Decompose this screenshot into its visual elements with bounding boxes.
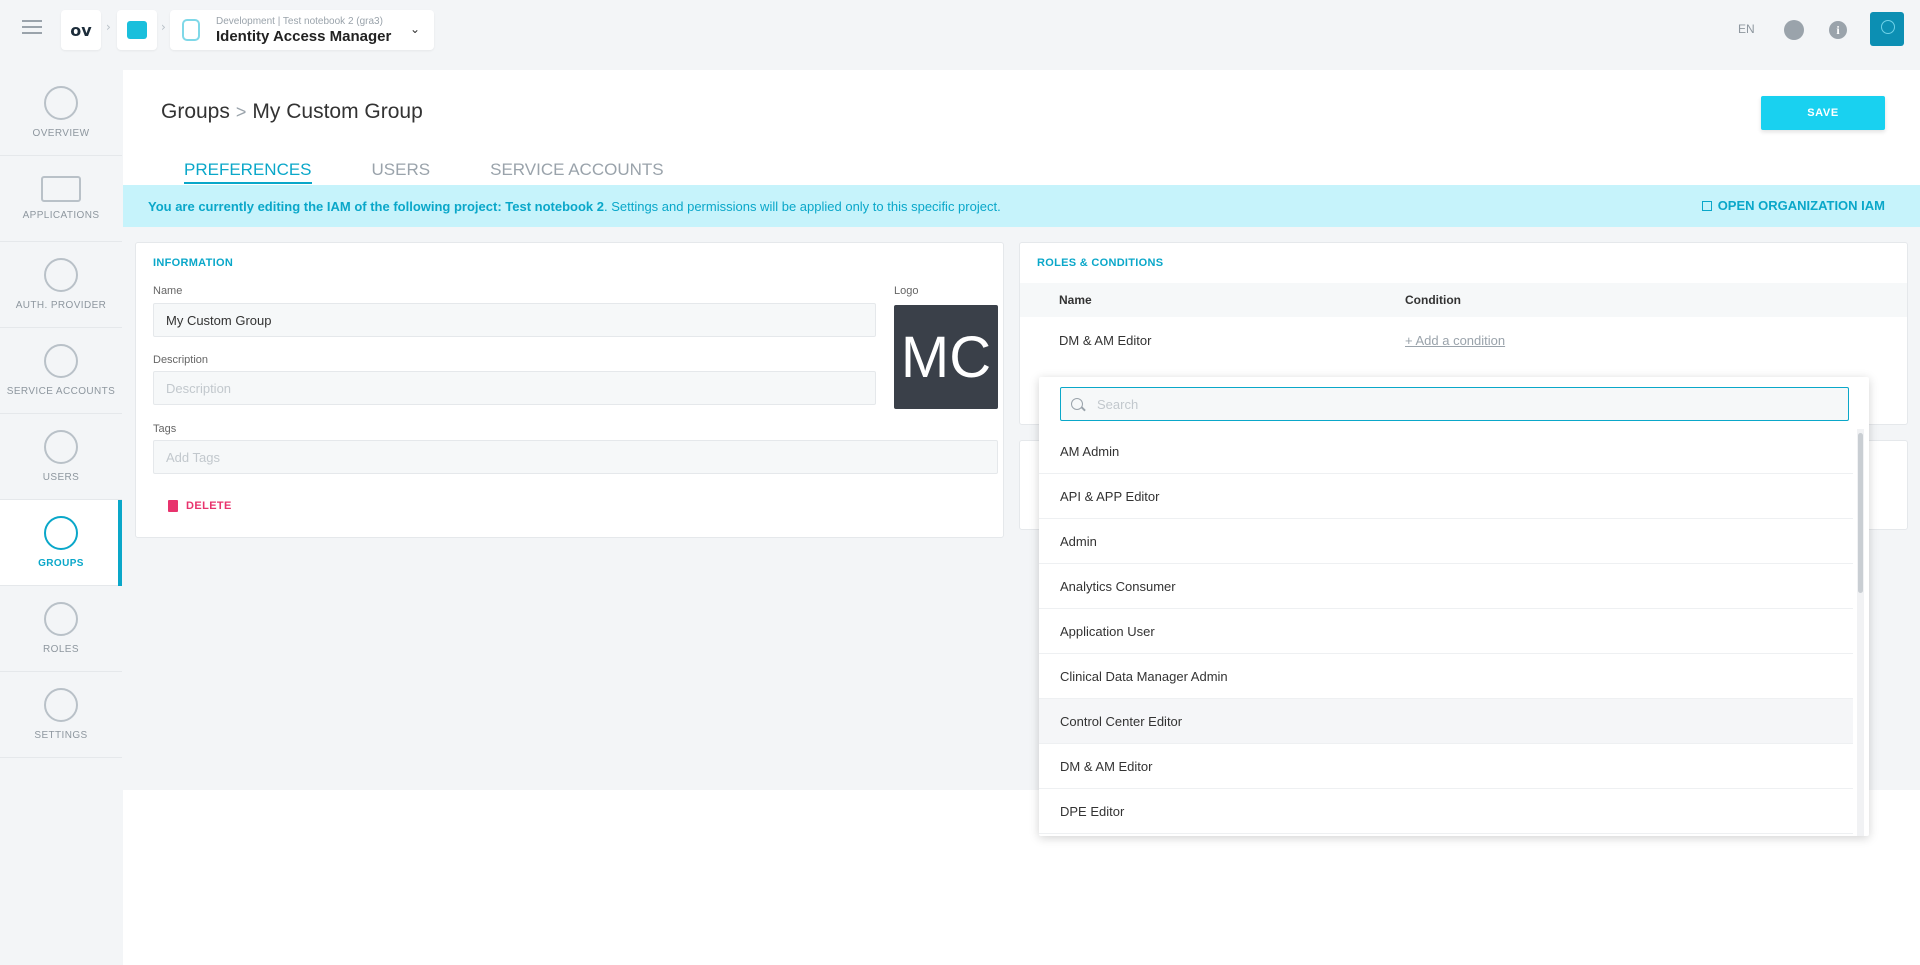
- column-condition-header: Condition: [1405, 293, 1461, 307]
- role-options-list: AM Admin API & APP Editor Admin Analytic…: [1039, 429, 1853, 836]
- app-subtitle: Development | Test notebook 2 (gra3): [216, 15, 383, 27]
- sidebar-item-label: OVERVIEW: [32, 128, 90, 139]
- save-button[interactable]: SAVE: [1761, 96, 1885, 130]
- role-option[interactable]: API & APP Editor: [1039, 474, 1853, 519]
- sidebar: OVERVIEW APPLICATIONS AUTH. PROVIDER SER…: [0, 70, 122, 758]
- sidebar-item-label: SERVICE ACCOUNTS: [6, 386, 116, 397]
- sidebar-item-overview[interactable]: OVERVIEW: [0, 70, 122, 156]
- role-option[interactable]: AM Admin: [1039, 429, 1853, 474]
- name-field[interactable]: My Custom Group: [153, 303, 876, 337]
- notice-text: . Settings and permissions will be appli…: [603, 198, 1001, 214]
- role-picker-dropdown: AM Admin API & APP Editor Admin Analytic…: [1039, 377, 1869, 836]
- sidebar-item-label: USERS: [42, 472, 80, 483]
- pencil-icon: [44, 602, 78, 636]
- tab-service-accounts[interactable]: SERVICE ACCOUNTS: [490, 160, 664, 184]
- page-title: My Custom Group: [252, 100, 423, 123]
- tags-field[interactable]: Add Tags: [153, 440, 998, 474]
- sidebar-item-label: APPLICATIONS: [22, 210, 100, 221]
- role-option[interactable]: DPE Editor: [1039, 789, 1853, 834]
- breadcrumb-separator: ›: [106, 20, 111, 34]
- scrollbar-thumb[interactable]: [1858, 433, 1863, 593]
- settings-gear-icon[interactable]: [1784, 20, 1804, 40]
- groups-icon: [44, 516, 78, 550]
- sidebar-item-groups[interactable]: GROUPS: [0, 500, 122, 586]
- role-option[interactable]: Control Center Editor: [1039, 699, 1853, 744]
- breadcrumb-root[interactable]: Groups: [161, 100, 230, 123]
- trash-icon: [168, 500, 178, 512]
- cube-icon: [127, 21, 147, 39]
- sidebar-item-label: AUTH. PROVIDER: [15, 300, 107, 311]
- delete-label: DELETE: [186, 500, 232, 512]
- column-name-header: Name: [1059, 293, 1092, 307]
- sidebar-item-roles[interactable]: ROLES: [0, 586, 122, 672]
- role-option[interactable]: Clinical Data Manager Admin: [1039, 654, 1853, 699]
- user-icon: [44, 430, 78, 464]
- menu-icon[interactable]: [22, 20, 42, 38]
- user-avatar[interactable]: [1870, 12, 1904, 46]
- gauge-icon: [44, 86, 78, 120]
- add-condition-link[interactable]: + Add a condition: [1405, 333, 1505, 348]
- sidebar-item-settings[interactable]: SETTINGS: [0, 672, 122, 758]
- sidebar-item-label: SETTINGS: [34, 730, 88, 741]
- robot-icon: [44, 344, 78, 378]
- sidebar-item-users[interactable]: USERS: [0, 414, 122, 500]
- role-option[interactable]: Analytics Consumer: [1039, 564, 1853, 609]
- open-organization-iam-link[interactable]: OPEN ORGANIZATION IAM: [1701, 198, 1885, 213]
- role-option[interactable]: DM & AM Editor: [1039, 744, 1853, 789]
- language-selector[interactable]: EN: [1738, 22, 1755, 36]
- role-search-box: [1060, 387, 1849, 421]
- breadcrumb-separator: >: [235, 102, 247, 122]
- search-icon: [1071, 398, 1083, 410]
- information-title: INFORMATION: [153, 257, 234, 269]
- role-option[interactable]: Admin: [1039, 519, 1853, 564]
- app-switcher[interactable]: Development | Test notebook 2 (gra3) Ide…: [170, 10, 434, 50]
- notice-bold-text: You are currently editing the IAM of the…: [148, 198, 604, 214]
- tab-users[interactable]: USERS: [372, 160, 431, 184]
- sidebar-item-service-accounts[interactable]: SERVICE ACCOUNTS: [0, 328, 122, 414]
- key-icon: [44, 258, 78, 292]
- roles-table-header: Name Condition: [1020, 283, 1907, 317]
- roles-title: ROLES & CONDITIONS: [1037, 257, 1164, 269]
- top-bar: ov › › Development | Test notebook 2 (gr…: [0, 0, 1920, 59]
- chevron-down-icon[interactable]: ⌄: [410, 22, 420, 36]
- sidebar-item-auth-provider[interactable]: AUTH. PROVIDER: [0, 242, 122, 328]
- app-title: Identity Access Manager: [216, 27, 392, 45]
- sidebar-item-label: ROLES: [43, 644, 79, 655]
- laptop-icon: [41, 176, 81, 202]
- external-link-icon: [1701, 201, 1712, 211]
- info-icon[interactable]: i: [1829, 21, 1847, 39]
- delete-button[interactable]: DELETE: [168, 500, 232, 512]
- role-name: DM & AM Editor: [1059, 333, 1152, 348]
- sidebar-item-label: GROUPS: [38, 558, 84, 569]
- open-organization-iam-label: OPEN ORGANIZATION IAM: [1717, 198, 1885, 213]
- lock-icon: [182, 19, 200, 41]
- information-card: INFORMATION Name My Custom Group Logo MC…: [135, 242, 1004, 538]
- project-cube-button[interactable]: [117, 10, 157, 50]
- logo-label: Logo: [894, 285, 919, 297]
- gear-icon: [44, 688, 78, 722]
- group-logo[interactable]: MC: [894, 305, 998, 409]
- ovh-logo[interactable]: ov: [61, 10, 101, 50]
- tab-preferences[interactable]: PREFERENCES: [184, 160, 312, 184]
- breadcrumb-separator: ›: [161, 20, 166, 34]
- description-field[interactable]: Description: [153, 371, 876, 405]
- search-input[interactable]: [1097, 396, 1817, 412]
- breadcrumb: Groups > My Custom Group: [161, 100, 423, 124]
- name-label: Name: [153, 285, 183, 297]
- tags-label: Tags: [153, 423, 177, 435]
- role-option[interactable]: Application User: [1039, 609, 1853, 654]
- tab-bar: PREFERENCES USERS SERVICE ACCOUNTS: [184, 160, 664, 184]
- description-label: Description: [153, 354, 209, 366]
- project-notice-banner: You are currently editing the IAM of the…: [123, 185, 1920, 227]
- sidebar-item-applications[interactable]: APPLICATIONS: [0, 156, 122, 242]
